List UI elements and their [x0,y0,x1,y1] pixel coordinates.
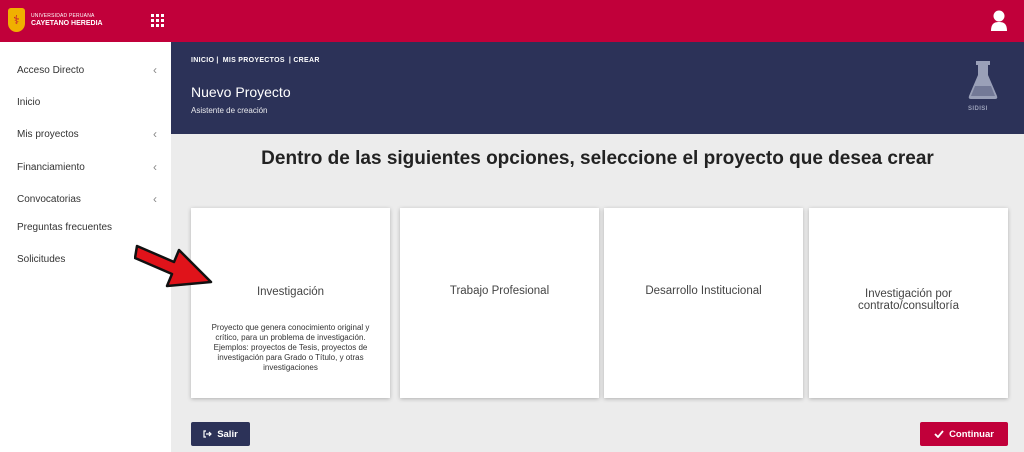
continue-label: Continuar [949,428,994,440]
user-icon[interactable] [990,10,1008,32]
logo-line-2: CAYETANO HEREDIA [31,20,103,27]
card-title: Investigación [256,286,325,298]
top-bar: ⚕ UNIVERSIDAD PERUANA CAYETANO HEREDIA [0,0,1024,42]
sidebar-item-preguntas-frecuentes[interactable]: Preguntas frecuentes [17,222,157,233]
page-header: INICIO | MIS PROYECTOS | CREAR Nuevo Pro… [171,42,1024,134]
sign-out-icon [203,430,213,438]
page-title: Nuevo Proyecto [191,84,291,100]
card-title: Desarrollo Institucional [645,285,762,297]
breadcrumb-crear: | CREAR [288,57,320,64]
main-heading: Dentro de las siguientes opciones, selec… [261,148,934,169]
project-card-desarrollo-institucional[interactable]: Desarrollo Institucional [604,208,803,398]
sidisi-label: SIDISI [968,106,988,112]
sidebar-item-label: Preguntas frecuentes [17,222,113,233]
sidebar-item-label: Convocatorias [17,194,81,205]
sidebar-item-convocatorias[interactable]: Convocatorias ‹ [17,192,157,206]
project-card-trabajo-profesional[interactable]: Trabajo Profesional [400,208,599,398]
check-icon [934,430,944,438]
card-title: Investigación por contrato/consultoría [857,288,959,312]
sidebar-item-mis-proyectos[interactable]: Mis proyectos ‹ [17,127,157,141]
card-description: Proyecto que genera conocimiento origina… [211,323,370,372]
exit-button[interactable]: Salir [191,422,250,446]
sidebar-item-financiamiento[interactable]: Financiamiento ‹ [17,160,157,174]
sidebar-item-label: Inicio [17,97,41,108]
shield-icon: ⚕ [8,8,25,32]
sidebar-item-inicio[interactable]: Inicio [17,97,157,108]
page-subtitle: Asistente de creación [191,106,268,115]
chevron-left-icon: ‹ [153,63,157,77]
card-title: Trabajo Profesional [449,285,550,297]
pointer-arrow [134,244,213,288]
chevron-left-icon: ‹ [153,160,157,174]
sidebar-item-label: Solicitudes [17,254,66,265]
chevron-left-icon: ‹ [153,127,157,141]
project-card-investigacion-contrato[interactable]: Investigación por contrato/consultoría [809,208,1008,398]
breadcrumb-inicio[interactable]: INICIO | [191,57,219,64]
continue-button[interactable]: Continuar [920,422,1008,446]
university-logo[interactable]: ⚕ UNIVERSIDAD PERUANA CAYETANO HEREDIA [8,8,103,32]
flask-icon [968,61,998,99]
breadcrumb: INICIO | MIS PROYECTOS | CREAR [191,57,320,64]
project-card-investigacion[interactable]: Investigación Proyecto que genera conoci… [191,208,390,398]
sidebar-item-acceso-directo[interactable]: Acceso Directo ‹ [17,63,157,77]
breadcrumb-mis-proyectos[interactable]: MIS PROYECTOS [223,57,285,64]
chevron-left-icon: ‹ [153,192,157,206]
sidebar-item-label: Financiamiento [17,162,85,173]
apps-grid-icon[interactable] [151,14,164,27]
sidebar-item-label: Acceso Directo [17,65,85,76]
logo-line-1: UNIVERSIDAD PERUANA [31,13,95,19]
exit-label: Salir [217,428,238,440]
sidebar-item-label: Mis proyectos [17,129,79,140]
